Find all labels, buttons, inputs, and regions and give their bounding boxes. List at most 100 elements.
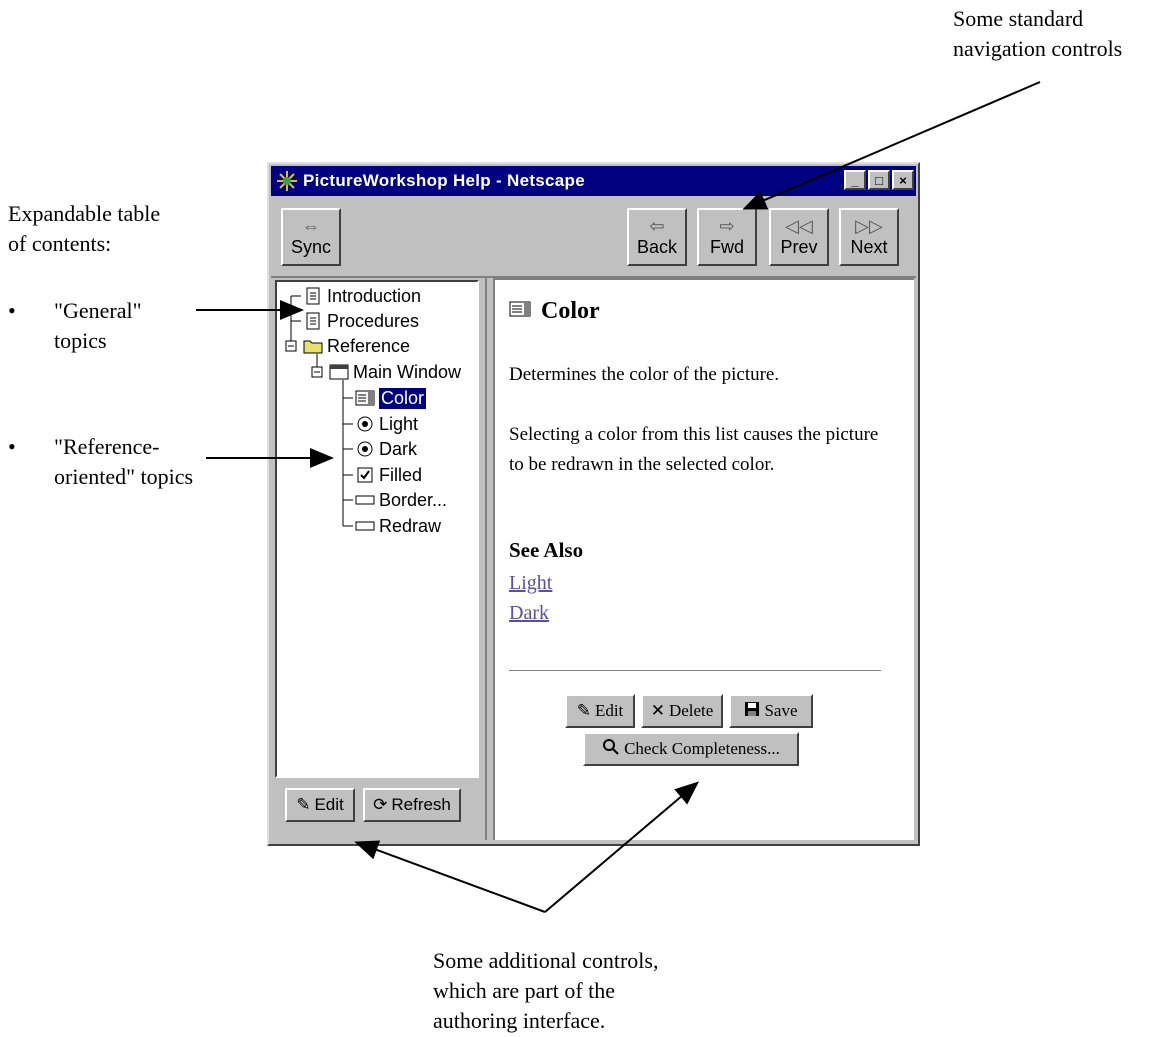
topic-edit-button[interactable]: ✎ Edit xyxy=(565,694,635,728)
close-button[interactable]: × xyxy=(892,170,914,190)
tree-item-label: Introduction xyxy=(327,285,422,306)
topic-pane: Color Determines the color of the pictur… xyxy=(493,278,914,840)
annotation-toc: Expandable table of contents: xyxy=(8,199,228,259)
refresh-label: Refresh xyxy=(391,795,451,814)
forward-arrow-icon: ⇨ xyxy=(719,215,735,236)
annotation-line: Some additional controls, xyxy=(433,948,659,973)
sync-button[interactable]: ⇔ Sync xyxy=(281,208,341,266)
annotation-line: Some standard xyxy=(953,6,1084,31)
tree-item-label: Color xyxy=(379,387,427,409)
back-arrow-icon: ⇦ xyxy=(649,215,665,236)
tree-item-procedures[interactable]: Procedures xyxy=(303,309,419,333)
next-icon: ▷▷ xyxy=(855,215,883,236)
content-area: Introduction Procedures Reference Main W… xyxy=(273,278,914,840)
toc-tree[interactable]: Introduction Procedures Reference Main W… xyxy=(275,280,479,778)
button-icon xyxy=(355,517,375,535)
topic-title: Color xyxy=(509,298,600,325)
prev-icon: ◁◁ xyxy=(785,215,813,236)
annotation-line: "Reference- xyxy=(54,434,160,459)
window-title: PictureWorkshop Help - Netscape xyxy=(303,171,585,190)
prev-label: Prev xyxy=(780,236,818,257)
save-label: Save xyxy=(764,701,798,720)
page-icon xyxy=(303,312,323,330)
tree-item-label: Reference xyxy=(327,335,411,356)
tree-item-introduction[interactable]: Introduction xyxy=(303,284,421,308)
check-completeness-label: Check Completeness... xyxy=(624,739,780,758)
tree-item-redraw[interactable]: Redraw xyxy=(355,514,441,538)
page-icon xyxy=(303,287,323,305)
tree-item-color[interactable]: Color xyxy=(355,386,427,410)
tree-item-dark[interactable]: Dark xyxy=(355,437,417,461)
tree-item-label: Procedures xyxy=(327,310,420,331)
annotation-line: authoring interface. xyxy=(433,1008,606,1033)
save-button[interactable]: Save xyxy=(729,694,813,728)
tree-item-label: Main Window xyxy=(353,361,462,382)
folder-icon xyxy=(303,337,323,355)
sync-arrows-icon: ⇔ xyxy=(302,215,320,236)
tree-item-filled[interactable]: Filled xyxy=(355,463,422,487)
bullet-dot: • xyxy=(8,434,16,459)
arrow-to-toc-controls xyxy=(354,840,546,913)
delete-x-icon: ✕ xyxy=(650,701,665,720)
listbox-icon xyxy=(509,298,531,325)
link-dark[interactable]: Dark xyxy=(509,602,549,625)
window-icon xyxy=(329,363,349,381)
sync-label: Sync xyxy=(290,236,332,257)
window-controls: _ □ × xyxy=(844,170,914,190)
next-button[interactable]: ▷▷ Next xyxy=(839,208,899,266)
check-completeness-button[interactable]: Check Completeness... xyxy=(583,732,799,766)
tree-item-main-window[interactable]: Main Window xyxy=(329,360,461,384)
checkbox-icon xyxy=(355,466,375,484)
pencil-icon: ✎ xyxy=(576,701,591,720)
floppy-disk-icon xyxy=(744,701,760,722)
tree-item-reference[interactable]: Reference xyxy=(303,334,410,358)
pencil-icon: ✎ xyxy=(296,795,311,814)
maximize-button[interactable]: □ xyxy=(868,170,890,190)
toc-edit-label: Edit xyxy=(314,795,344,814)
topic-paragraph: Determines the color of the picture. xyxy=(509,364,780,385)
listbox-icon xyxy=(355,389,375,407)
tree-item-label: Dark xyxy=(379,438,418,459)
fwd-button[interactable]: ⇨ Fwd xyxy=(697,208,757,266)
tree-item-label: Light xyxy=(379,413,419,434)
tree-item-border[interactable]: Border... xyxy=(355,488,447,512)
link-light[interactable]: Light xyxy=(509,572,552,595)
divider xyxy=(509,670,881,672)
magnifier-icon xyxy=(602,738,620,761)
radio-icon xyxy=(355,415,375,433)
toolbar: ⇔ Sync ⇦ Back ⇨ Fwd ◁◁ Prev ▷▷ Next xyxy=(271,198,916,278)
annotation-general-topics: • "General" topics xyxy=(8,296,204,356)
toc-pane: Introduction Procedures Reference Main W… xyxy=(273,278,487,840)
minimize-button[interactable]: _ xyxy=(844,170,866,190)
collapse-reference-icon xyxy=(285,340,297,352)
topic-edit-label: Edit xyxy=(594,701,624,720)
delete-label: Delete xyxy=(668,701,714,720)
next-label: Next xyxy=(850,236,888,257)
tree-item-light[interactable]: Light xyxy=(355,412,418,436)
annotation-line: topics xyxy=(54,328,107,353)
delete-button[interactable]: ✕ Delete xyxy=(641,694,723,728)
refresh-icon: ⟳ xyxy=(373,795,388,814)
annotation-line: which are part of the xyxy=(433,978,616,1003)
annotation-reference-topics: • "Reference- oriented" topics xyxy=(8,432,244,492)
annotation-line: navigation controls xyxy=(953,36,1123,61)
tree-item-label: Border... xyxy=(379,489,448,510)
button-icon xyxy=(355,491,375,509)
annotation-line: oriented" topics xyxy=(54,464,194,489)
tree-item-label: Filled xyxy=(379,464,423,485)
radio-icon xyxy=(355,440,375,458)
back-button[interactable]: ⇦ Back xyxy=(627,208,687,266)
annotation-authoring: Some additional controls, which are part… xyxy=(433,946,763,1036)
netscape-app-icon xyxy=(277,171,297,191)
title-bar[interactable]: PictureWorkshop Help - Netscape _ □ × xyxy=(271,166,916,196)
annotation-line: "General" xyxy=(54,298,142,323)
prev-button[interactable]: ◁◁ Prev xyxy=(769,208,829,266)
bullet-dot: • xyxy=(8,298,16,323)
refresh-button[interactable]: ⟳ Refresh xyxy=(363,788,461,822)
help-window: PictureWorkshop Help - Netscape _ □ × ⇔ … xyxy=(267,162,920,846)
topic-title-text: Color xyxy=(541,298,600,324)
back-label: Back xyxy=(636,236,678,257)
annotation-line: Expandable table xyxy=(8,201,161,226)
toc-authoring-controls: ✎ Edit ⟳ Refresh xyxy=(273,784,483,824)
toc-edit-button[interactable]: ✎ Edit xyxy=(285,788,355,822)
